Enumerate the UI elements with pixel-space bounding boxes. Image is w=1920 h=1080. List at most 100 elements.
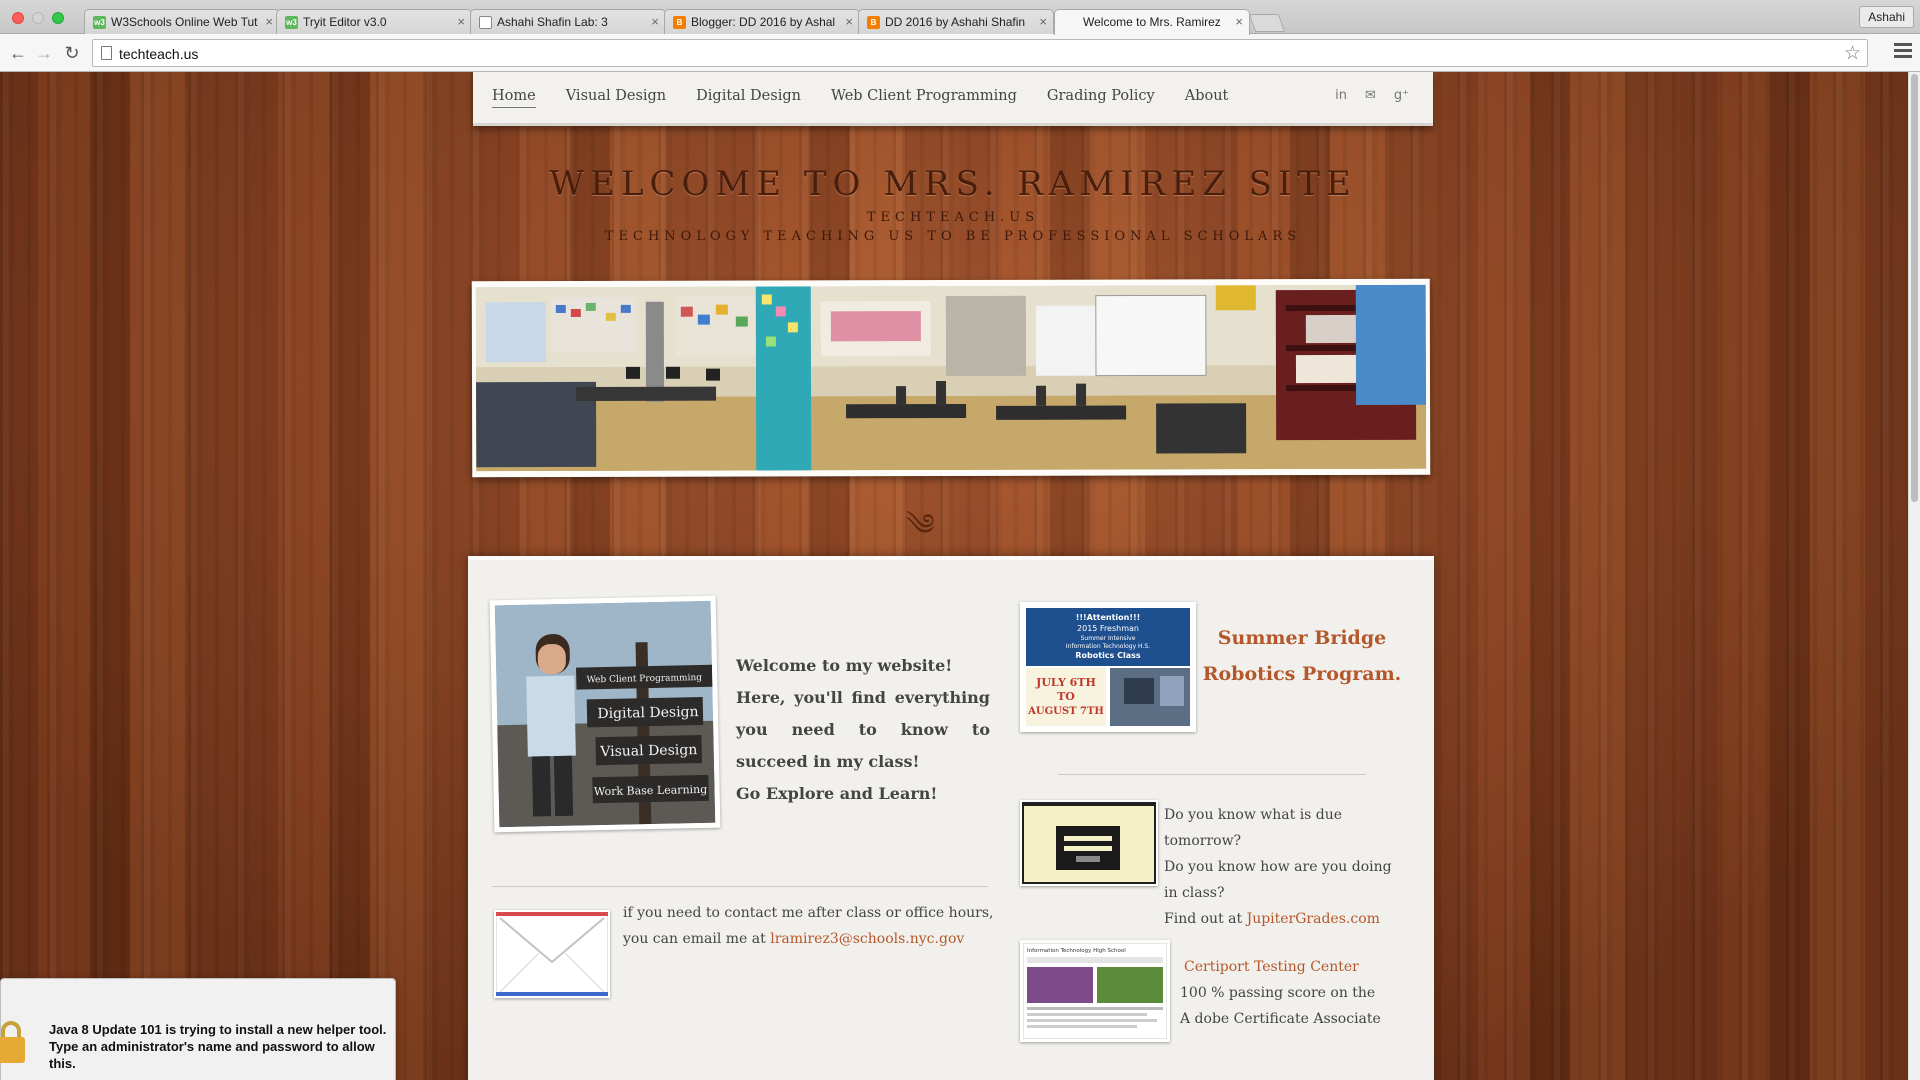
- url-text[interactable]: techteach.us: [119, 46, 198, 62]
- robotics-flyer-image: !!!Attention!!! 2015 Freshman Summer Int…: [1024, 606, 1192, 728]
- email-icon[interactable]: ✉: [1365, 88, 1376, 103]
- blogger-icon: B: [673, 16, 686, 29]
- scrollbar-thumb[interactable]: [1911, 74, 1918, 502]
- tab-title: DD 2016 by Ashahi Shafin: [885, 15, 1026, 29]
- w3schools-icon: w3: [285, 16, 298, 29]
- flyer-line: 2015 Freshman: [1077, 624, 1139, 633]
- linkedin-icon[interactable]: in: [1335, 88, 1347, 103]
- certiport-link[interactable]: Certiport Testing Center: [1184, 959, 1359, 975]
- envelope-icon: [495, 911, 609, 997]
- contact-line: if you need to contact me after class or…: [623, 905, 994, 921]
- new-tab-button[interactable]: [1248, 14, 1286, 32]
- divider: [1058, 774, 1366, 775]
- address-bar[interactable]: techteach.us ☆: [92, 39, 1868, 67]
- site-title: WELCOME TO MRS. RAMIREZ SITE: [549, 164, 1357, 204]
- close-tab-icon[interactable]: ×: [1039, 14, 1047, 29]
- site-subtitle: TECHTEACH.US TECHNOLOGY TEACHING US TO B…: [473, 208, 1433, 246]
- google-plus-icon[interactable]: g⁺: [1394, 88, 1409, 103]
- certiport-line: A dobe Certificate Associate: [1180, 1011, 1381, 1027]
- tab-title: Blogger: DD 2016 by Ashal: [691, 15, 836, 29]
- flyer-date: TO: [1057, 690, 1075, 703]
- tab-title: Welcome to Mrs. Ramirez: [1083, 15, 1221, 29]
- jupitergrades-screenshot[interactable]: [1020, 800, 1158, 886]
- close-tab-icon[interactable]: ×: [651, 14, 659, 29]
- flyer-line: Summer Intensive: [1081, 635, 1136, 642]
- close-tab-icon[interactable]: ×: [265, 14, 273, 29]
- back-arrow-icon[interactable]: ←: [6, 41, 30, 65]
- jupitergrades-question: Do you know what is due tomorrow?: [1164, 807, 1343, 849]
- browser-tab[interactable]: Ashahi Shafin Lab: 3 ×: [470, 9, 666, 34]
- sign-label: Visual Design: [599, 742, 697, 760]
- browser-tab-active[interactable]: Welcome to Mrs. Ramirez ×: [1054, 9, 1250, 35]
- welcome-heading: Welcome to my website!: [736, 656, 953, 675]
- teacher-signpost-image: Web Client Programming Digital Design Vi…: [494, 600, 716, 828]
- jupitergrades-info: Do you know what is due tomorrow? Do you…: [1164, 802, 1404, 932]
- reload-icon[interactable]: ↻: [60, 41, 84, 65]
- forward-arrow-icon[interactable]: →: [32, 41, 56, 65]
- main-content-panel: Web Client Programming Digital Design Vi…: [468, 556, 1434, 1080]
- cert-thumb-title: Information Technology High School: [1027, 948, 1126, 954]
- nav-digital-design[interactable]: Digital Design: [696, 88, 801, 108]
- lock-icon: [0, 1021, 25, 1063]
- site-domain: TECHTEACH.US: [866, 210, 1040, 225]
- flyer-date: JULY 6TH: [1035, 676, 1096, 689]
- flyer-date: AUGUST 7TH: [1027, 706, 1104, 717]
- bookmark-star-icon[interactable]: ☆: [1844, 42, 1861, 65]
- flyer-line: Robotics Class: [1075, 651, 1141, 660]
- welcome-message: Welcome to my website! Here, you'll find…: [736, 650, 990, 810]
- tab-title: W3Schools Online Web Tut: [111, 15, 258, 29]
- email-link[interactable]: lramirez3@schools.nyc.gov: [770, 931, 964, 947]
- close-tab-icon[interactable]: ×: [457, 14, 465, 29]
- site-tagline: TECHNOLOGY TEACHING US TO BE PROFESSIONA…: [604, 229, 1302, 244]
- flyer-header: !!!Attention!!!: [1076, 613, 1141, 622]
- robotics-flyer[interactable]: !!!Attention!!! 2015 Freshman Summer Int…: [1020, 602, 1196, 732]
- browser-tab[interactable]: w3 Tryit Editor v3.0 ×: [276, 9, 472, 34]
- page-scrollbar[interactable]: [1908, 72, 1920, 1080]
- sign-label: Digital Design: [597, 704, 699, 722]
- welcome-body: Here, you'll find everything you need to…: [736, 688, 990, 771]
- certiport-image: Information Technology High School: [1022, 942, 1168, 1040]
- tab-title: Tryit Editor v3.0: [303, 15, 387, 29]
- page-viewport: Home Visual Design Digital Design Web Cl…: [0, 72, 1908, 1080]
- certiport-screenshot[interactable]: Information Technology High School: [1020, 940, 1170, 1042]
- nav-grading-policy[interactable]: Grading Policy: [1047, 88, 1155, 108]
- summer-bridge-title[interactable]: Summer Bridge Robotics Program.: [1202, 620, 1402, 692]
- browser-tabstrip: w3 W3Schools Online Web Tut × w3 Tryit E…: [0, 0, 1920, 35]
- close-window-button[interactable]: [12, 12, 24, 24]
- teacher-photo: Web Client Programming Digital Design Vi…: [489, 595, 721, 833]
- envelope-image: [494, 910, 610, 998]
- certiport-info: Certiport Testing Center 100 % passing s…: [1180, 954, 1410, 1032]
- java-helper-dialog[interactable]: Java 8 Update 101 is trying to install a…: [0, 978, 396, 1080]
- divider: [492, 886, 988, 887]
- profile-button[interactable]: Ashahi: [1859, 6, 1914, 28]
- nav-web-client-programming[interactable]: Web Client Programming: [831, 88, 1017, 108]
- certiport-line: 100 % passing score on the: [1180, 985, 1376, 1001]
- jupitergrades-link[interactable]: JupiterGrades.com: [1247, 911, 1380, 927]
- close-tab-icon[interactable]: ×: [1235, 14, 1243, 29]
- sign-label: Work Base Learning: [594, 783, 708, 798]
- java-dialog-message: Java 8 Update 101 is trying to install a…: [49, 1022, 387, 1071]
- w3schools-icon: w3: [93, 16, 106, 29]
- minimize-window-button[interactable]: [32, 12, 44, 24]
- zoom-window-button[interactable]: [52, 12, 64, 24]
- jupitergrades-image: [1022, 802, 1156, 884]
- classroom-panorama-image: [475, 284, 1427, 472]
- nav-visual-design[interactable]: Visual Design: [566, 88, 666, 108]
- contact-info: if you need to contact me after class or…: [623, 900, 1003, 952]
- site-navigation: Home Visual Design Digital Design Web Cl…: [473, 72, 1433, 126]
- browser-tab[interactable]: B Blogger: DD 2016 by Ashal ×: [664, 9, 860, 34]
- nav-about[interactable]: About: [1185, 88, 1229, 108]
- browser-tab[interactable]: w3 W3Schools Online Web Tut ×: [84, 9, 280, 34]
- browser-tab[interactable]: B DD 2016 by Ashahi Shafin ×: [858, 9, 1054, 34]
- document-icon: [479, 16, 492, 29]
- page-icon: [101, 46, 112, 60]
- welcome-cta: Go Explore and Learn!: [736, 784, 938, 803]
- browser-toolbar: ← → ↻ techteach.us ☆: [0, 34, 1920, 72]
- flyer-line: Information Technology H.S.: [1066, 643, 1150, 650]
- nav-home[interactable]: Home: [492, 88, 536, 108]
- close-tab-icon[interactable]: ×: [845, 14, 853, 29]
- jupitergrades-prefix: Find out at: [1164, 911, 1247, 927]
- menu-icon[interactable]: [1894, 43, 1912, 61]
- jupitergrades-question: Do you know how are you doing in class?: [1164, 859, 1392, 901]
- contact-prefix: you can email me at: [623, 931, 771, 947]
